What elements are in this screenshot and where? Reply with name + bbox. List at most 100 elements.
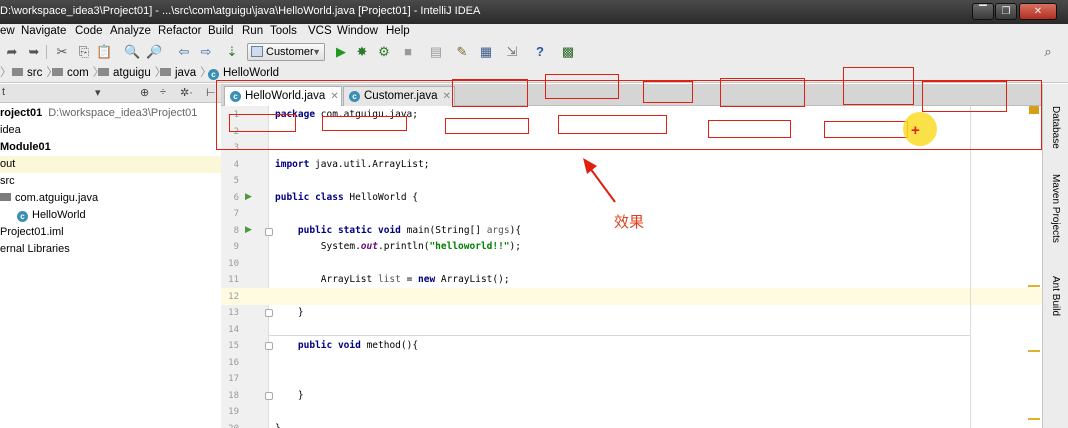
cut-icon[interactable]: ✂ <box>54 44 70 60</box>
menu-help[interactable]: Help <box>386 25 410 37</box>
run-class-icon[interactable]: ▶ <box>245 191 252 202</box>
project-panel-header: t ▾ ⊕ ÷ ✲· ⊢ <box>0 84 221 103</box>
debug-icon[interactable]: ✸ <box>354 44 370 60</box>
menu-code[interactable]: Code <box>75 25 103 37</box>
forward-icon[interactable]: ➥ <box>26 44 42 60</box>
menu-vcs[interactable]: VCS <box>308 25 332 37</box>
sdk-icon[interactable]: ⇲ <box>504 44 520 60</box>
tree-item-external-libraries[interactable]: ernal Libraries <box>0 241 221 258</box>
code-line: } <box>275 423 281 428</box>
annotation-box <box>643 81 693 103</box>
tree-item-module01[interactable]: Module01 <box>0 139 221 156</box>
tree-item-out[interactable]: out <box>0 156 221 173</box>
line-number: 9 <box>233 242 239 252</box>
make-project-icon[interactable]: ⇣ <box>224 44 240 60</box>
line-number: 11 <box>228 275 239 285</box>
project-structure-icon[interactable]: ▦ <box>478 44 494 60</box>
annotation-box <box>720 78 805 107</box>
line-number: 12 <box>228 292 239 302</box>
find-icon[interactable]: 🔍 <box>124 44 140 60</box>
fold-icon[interactable] <box>265 309 273 317</box>
close-button[interactable]: ✕ <box>1019 3 1057 20</box>
project-view-label[interactable]: t <box>2 86 5 98</box>
tree-item-helloworld[interactable]: c HelloWorld <box>0 207 221 224</box>
search-everywhere-icon[interactable]: ⌕ <box>1040 44 1056 60</box>
paste-icon[interactable]: 📋 <box>96 44 112 60</box>
annotation-box <box>922 81 1007 112</box>
tree-item-iml[interactable]: Project01.iml <box>0 224 221 241</box>
plugin-icon[interactable]: ▩ <box>560 44 576 60</box>
coverage-icon[interactable]: ⚙ <box>376 44 392 60</box>
line-number: 10 <box>228 259 239 269</box>
line-number: 4 <box>233 160 239 170</box>
replace-icon[interactable]: 🔎 <box>146 44 162 60</box>
code-editor[interactable] <box>269 106 1042 428</box>
run-config-select[interactable]: Customer ▼ <box>247 43 325 61</box>
menu-tools[interactable]: Tools <box>270 25 297 37</box>
run-icon[interactable]: ▶ <box>333 44 349 60</box>
copy-icon[interactable]: ⎘ <box>76 44 92 60</box>
project-view-dropdown-icon[interactable]: ▾ <box>95 86 101 99</box>
code-line: ArrayList list = new ArrayList(); <box>275 274 510 285</box>
project-panel: t ▾ ⊕ ÷ ✲· ⊢ roject01 D:\workspace_idea3\… <box>0 84 221 428</box>
tree-item-idea[interactable]: idea <box>0 122 221 139</box>
tree-item-project01[interactable]: roject01 D:\workspace_idea3\Project01 <box>0 105 221 122</box>
fold-icon[interactable] <box>265 228 273 236</box>
annotation-box <box>824 121 908 138</box>
breadcrumb-item-java[interactable]: java 〉 <box>160 65 212 81</box>
error-stripe-mark[interactable] <box>1028 350 1040 352</box>
run-method-icon[interactable]: ▶ <box>245 224 252 235</box>
tree-item-src[interactable]: src <box>0 173 221 190</box>
settings-icon[interactable]: ✎ <box>454 44 470 60</box>
annotation-box <box>708 120 791 138</box>
cursor-crosshair-icon: + <box>911 122 920 139</box>
annotation-box <box>545 74 619 99</box>
breadcrumb-item-src[interactable]: src〉 <box>12 65 58 81</box>
menu-navigate[interactable]: Navigate <box>21 25 66 37</box>
right-margin-guide <box>970 106 971 428</box>
folder-icon <box>12 68 23 76</box>
gear-icon[interactable]: ✲· <box>180 86 193 99</box>
tree-item-package[interactable]: com.atguigu.java <box>0 190 221 207</box>
annotation-box <box>452 79 528 107</box>
breadcrumb-item-helloworld[interactable]: c HelloWorld <box>208 65 279 81</box>
ant-build-tool-button[interactable]: Ant Build <box>1050 276 1061 316</box>
fold-icon[interactable] <box>265 342 273 350</box>
error-stripe-mark[interactable] <box>1028 418 1040 420</box>
menu-window[interactable]: Window <box>337 25 378 37</box>
collapse-icon[interactable]: ÷ <box>160 86 166 98</box>
menu-analyze[interactable]: Analyze <box>110 25 151 37</box>
database-tool-button[interactable]: Database <box>1050 106 1061 149</box>
folder-icon <box>160 68 171 76</box>
stop-icon[interactable]: ■ <box>400 44 416 60</box>
breadcrumb-item-com[interactable]: com〉 <box>52 65 104 81</box>
run-config-label: Customer <box>266 46 314 58</box>
help-icon[interactable]: ? <box>532 44 548 60</box>
structure-icon[interactable]: ▤ <box>428 44 444 60</box>
annotation-box <box>558 115 667 134</box>
code-line: public class HelloWorld { <box>275 192 419 203</box>
cursor-highlight <box>903 112 937 146</box>
breadcrumb-item-atguigu[interactable]: atguigu〉 <box>98 65 166 81</box>
window-title: D:\workspace_idea3\Project01] - ...\src\… <box>0 5 481 17</box>
back-icon[interactable]: ➦ <box>4 44 20 60</box>
minimize-button[interactable]: ▔ <box>972 3 994 20</box>
maximize-button[interactable]: ❐ <box>995 3 1017 20</box>
folder-icon <box>52 68 63 76</box>
error-stripe-mark[interactable] <box>1028 285 1040 287</box>
nav-back-icon[interactable]: ⇦ <box>176 44 192 60</box>
toolbar-separator <box>46 45 47 59</box>
line-number: 13 <box>228 308 239 318</box>
line-number: 6 <box>233 193 239 203</box>
line-number: 16 <box>228 358 239 368</box>
hide-panel-icon[interactable]: ⊢ <box>206 86 216 99</box>
nav-forward-icon[interactable]: ⇨ <box>198 44 214 60</box>
menu-view[interactable]: ew <box>0 25 15 37</box>
sync-icon[interactable]: ⊕ <box>140 86 149 99</box>
menu-build[interactable]: Build <box>208 25 234 37</box>
menu-run[interactable]: Run <box>242 25 263 37</box>
maven-tool-button[interactable]: Maven Projects <box>1050 174 1061 243</box>
menu-refactor[interactable]: Refactor <box>158 25 201 37</box>
fold-icon[interactable] <box>265 392 273 400</box>
line-number: 19 <box>228 407 239 417</box>
